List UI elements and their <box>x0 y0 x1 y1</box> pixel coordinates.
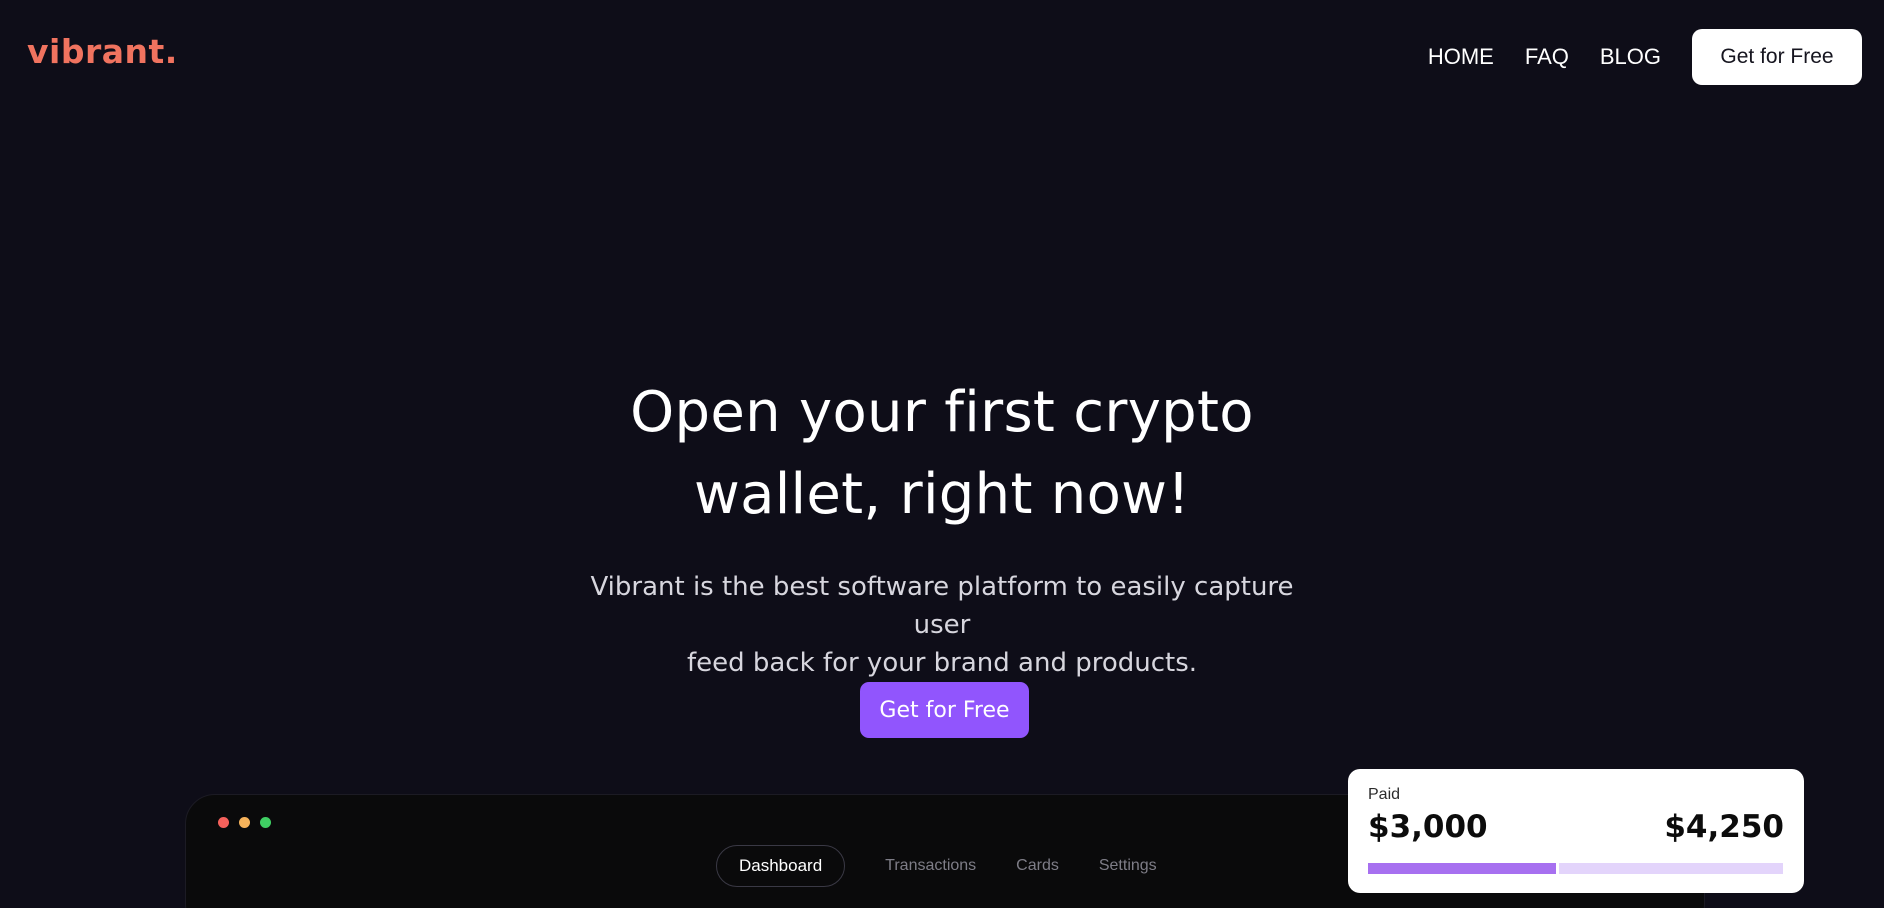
header-get-free-button[interactable]: Get for Free <box>1692 29 1862 85</box>
total-amount: $4,250 <box>1664 809 1784 845</box>
nav-link-blog[interactable]: BLOG <box>1600 44 1661 70</box>
paid-progress-fill <box>1368 863 1559 874</box>
hero-subtitle-line-1: Vibrant is the best software platform to… <box>590 572 1294 640</box>
hero-title-line-1: Open your first crypto <box>630 380 1254 445</box>
hero-get-free-button[interactable]: Get for Free <box>860 682 1029 738</box>
tab-transactions[interactable]: Transactions <box>885 857 976 875</box>
minimize-dot-icon <box>239 817 250 828</box>
paid-progress-bar <box>1368 863 1783 874</box>
brand-logo[interactable]: vibrant. <box>27 32 178 71</box>
hero-subtitle: Vibrant is the best software platform to… <box>560 568 1324 682</box>
hero-title: Open your first crypto wallet, right now… <box>0 372 1884 536</box>
tab-cards[interactable]: Cards <box>1016 857 1059 875</box>
tab-settings[interactable]: Settings <box>1099 857 1157 875</box>
maximize-dot-icon <box>260 817 271 828</box>
paid-label: Paid <box>1368 786 1401 803</box>
hero-subtitle-line-2: feed back for your brand and products. <box>686 648 1198 678</box>
paid-amount: $3,000 <box>1368 809 1488 845</box>
paid-summary-card: Paid $3,000 $4,250 <box>1348 769 1804 893</box>
close-dot-icon <box>218 817 229 828</box>
nav-link-faq[interactable]: FAQ <box>1525 44 1569 70</box>
app-tab-bar: Dashboard Transactions Cards Settings <box>716 845 1197 887</box>
hero-title-line-2: wallet, right now! <box>693 462 1191 527</box>
tab-dashboard[interactable]: Dashboard <box>716 845 846 887</box>
window-controls <box>218 817 281 828</box>
nav-link-home[interactable]: HOME <box>1428 44 1494 70</box>
top-nav: HOME FAQ BLOG Get for Free <box>1428 29 1862 85</box>
